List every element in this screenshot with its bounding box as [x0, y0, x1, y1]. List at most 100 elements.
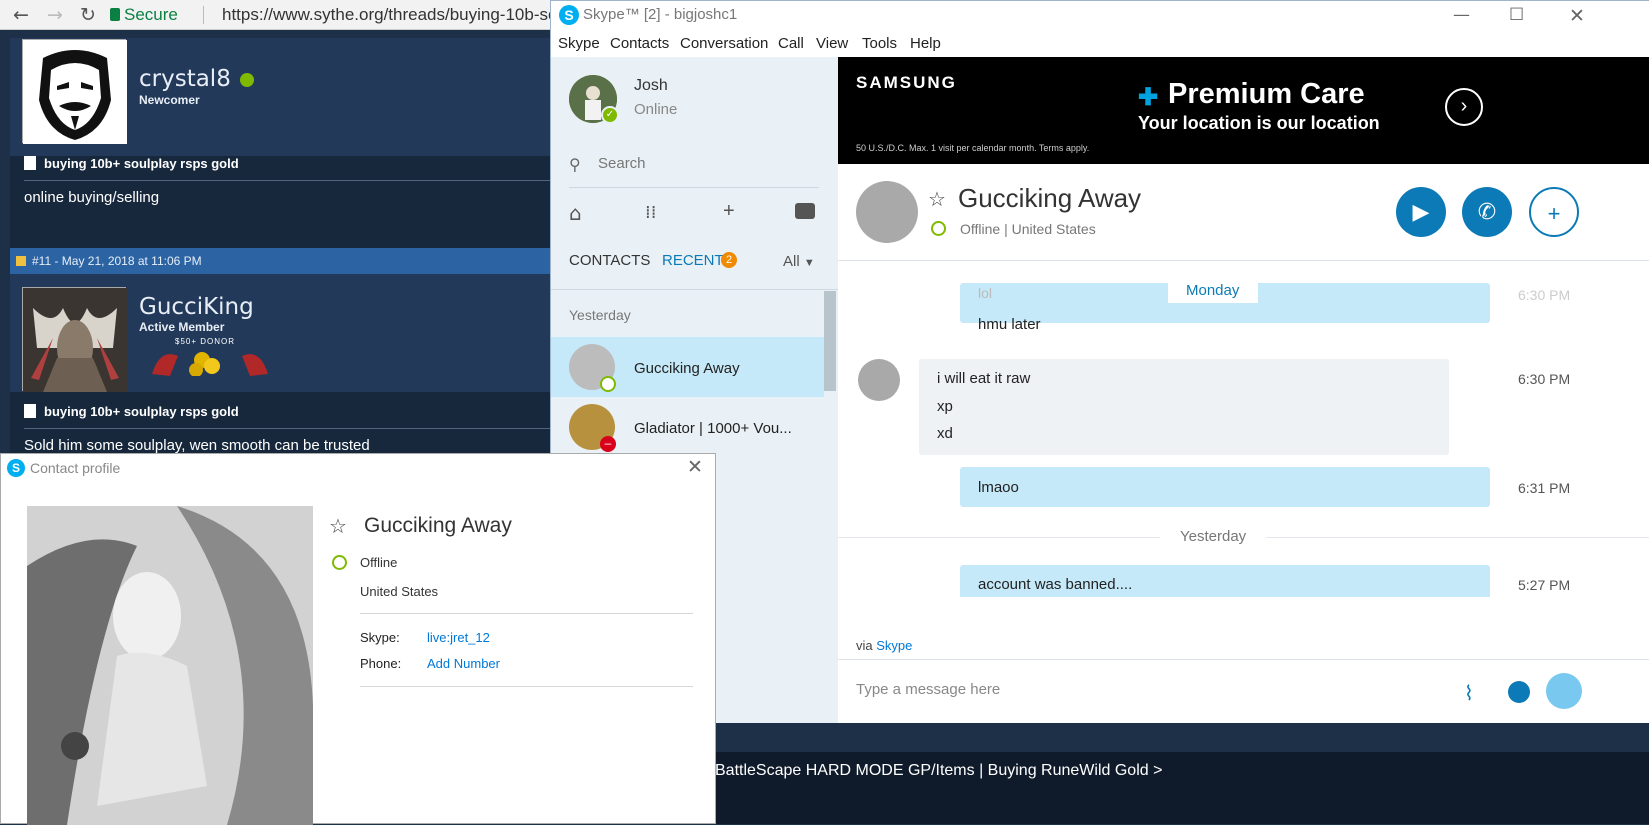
- skype-logo-icon: S: [7, 459, 25, 477]
- filter-dropdown[interactable]: All ▼: [783, 253, 815, 270]
- offline-status-icon: [931, 221, 946, 236]
- bot-icon[interactable]: [795, 203, 815, 219]
- ad-headline: Premium Care: [1168, 78, 1365, 110]
- search-input[interactable]: Search: [598, 155, 646, 172]
- date-separator: Monday: [1186, 282, 1240, 299]
- chat-contact-name[interactable]: Gucciking Away: [958, 183, 1141, 214]
- post-icon: [16, 256, 26, 266]
- contact-name[interactable]: Gucciking Away: [634, 360, 740, 377]
- plus-icon: ✚: [1138, 84, 1159, 111]
- status-text: Offline: [960, 221, 1001, 237]
- star-icon[interactable]: ☆: [329, 514, 347, 538]
- browser-toolbar: ← → ↻ Secure https://www.sythe.org/threa…: [0, 0, 590, 30]
- online-check-icon: ✓: [601, 106, 619, 124]
- mask-avatar-icon: [23, 40, 127, 144]
- skype-id-label: Skype:: [360, 630, 400, 645]
- my-name[interactable]: Josh: [634, 77, 668, 95]
- message-text: hmu later: [978, 316, 1041, 333]
- document-icon: [24, 156, 36, 170]
- url-divider: [203, 6, 204, 24]
- scrollbar[interactable]: [824, 291, 836, 391]
- user-avatar[interactable]: [22, 39, 127, 144]
- message-text: lmaoo: [978, 479, 1019, 496]
- divider: [360, 613, 693, 614]
- contact-profile-dialog: S Contact profile ✕ ☆ Gucciking Away Off…: [0, 453, 716, 825]
- input-divider: [838, 659, 1649, 660]
- menu-tools[interactable]: Tools: [862, 35, 897, 52]
- add-person-button[interactable]: +: [1529, 187, 1579, 237]
- menu-skype[interactable]: Skype: [558, 35, 600, 52]
- post-title: buying 10b+ soulplay rsps gold: [44, 156, 239, 171]
- ad-subline: Your location is our location: [1138, 113, 1380, 133]
- message-time: 6:31 PM: [1518, 480, 1571, 496]
- skype-id-link[interactable]: live:jret_12: [427, 630, 490, 645]
- dnd-status-icon: –: [600, 436, 616, 452]
- ad-fineprint: 50 U.S./D.C. Max. 1 visit per calendar m…: [856, 143, 1090, 153]
- menu-contacts[interactable]: Contacts: [610, 35, 669, 52]
- tab-recent[interactable]: RECENT: [662, 252, 724, 269]
- filter-label: All: [783, 253, 800, 270]
- profile-picture: [27, 506, 313, 825]
- conversation-pane: SAMSUNG ✚ Premium Care Your location is …: [838, 57, 1649, 723]
- via-skype-link[interactable]: Skype: [876, 638, 912, 653]
- menu-call[interactable]: Call: [778, 35, 804, 52]
- offline-status-icon: [332, 555, 347, 570]
- username[interactable]: GucciKing: [139, 294, 254, 320]
- star-icon[interactable]: ☆: [928, 187, 946, 211]
- back-arrow-icon[interactable]: ←: [10, 4, 32, 26]
- profile-status: Offline: [360, 555, 398, 570]
- video-call-button[interactable]: ▶: [1396, 187, 1446, 237]
- user-rank: Newcomer: [139, 93, 200, 107]
- window-title: Skype™ [2] - bigjoshc1: [583, 6, 738, 23]
- ad-banner[interactable]: SAMSUNG ✚ Premium Care Your location is …: [838, 57, 1649, 164]
- chat-contact-status: Offline | United States: [960, 221, 1096, 237]
- message-bubble[interactable]: [960, 467, 1490, 507]
- menu-conversation[interactable]: Conversation: [680, 35, 768, 52]
- menu-help[interactable]: Help: [910, 35, 941, 52]
- close-icon[interactable]: ✕: [687, 456, 703, 478]
- message-text: xd: [937, 425, 953, 442]
- add-icon[interactable]: +: [723, 200, 735, 223]
- via-label: via Skype: [856, 638, 912, 653]
- paperclip-icon[interactable]: ⌇: [1464, 681, 1474, 705]
- send-button[interactable]: [1546, 673, 1582, 709]
- dialpad-icon[interactable]: ⁞⁞: [645, 202, 656, 223]
- home-icon[interactable]: ⌂: [569, 201, 582, 225]
- message-text: xp: [937, 398, 953, 415]
- address-bar[interactable]: https://www.sythe.org/threads/buying-10b…: [222, 4, 592, 26]
- search-underline: [569, 187, 819, 188]
- profile-location: United States: [360, 584, 439, 599]
- message-time: 6:30 PM: [1518, 371, 1571, 387]
- contact-name[interactable]: Gladiator | 1000+ Vou...: [634, 420, 792, 437]
- lock-icon: [110, 8, 120, 21]
- title-bar: S Skype™ [2] - bigjoshc1 — ☐ ✕: [551, 1, 1649, 31]
- forward-arrow-icon[interactable]: →: [44, 4, 66, 26]
- online-status-dot: [240, 73, 254, 87]
- warrior-avatar-icon: [23, 288, 127, 392]
- divider: [24, 180, 570, 181]
- user-avatar[interactable]: [22, 287, 127, 392]
- close-icon[interactable]: ✕: [1569, 5, 1585, 27]
- menu-view[interactable]: View: [816, 35, 848, 52]
- tab-contacts[interactable]: CONTACTS: [569, 252, 650, 269]
- message-input[interactable]: Type a message here: [856, 681, 1000, 698]
- chat-avatar[interactable]: [856, 181, 918, 243]
- message-text: account was banned....: [978, 576, 1133, 593]
- search-icon: ⚲: [569, 155, 581, 174]
- message-time: 6:30 PM: [1518, 287, 1571, 303]
- angel-artwork-icon: [27, 506, 313, 825]
- maximize-icon[interactable]: ☐: [1509, 5, 1524, 25]
- minimize-icon[interactable]: —: [1453, 5, 1470, 25]
- message-list[interactable]: lol 6:30 PM Monday hmu later i will eat …: [838, 267, 1649, 597]
- username[interactable]: crystal8: [139, 66, 231, 92]
- reload-icon[interactable]: ↻: [77, 4, 99, 26]
- emoticon-icon[interactable]: [1508, 681, 1530, 703]
- ad-brand: SAMSUNG: [856, 73, 957, 92]
- my-status[interactable]: Online: [634, 101, 677, 118]
- next-thread-link[interactable]: BattleScape HARD MODE GP/Items | Buying …: [715, 762, 1162, 780]
- document-icon: [24, 404, 36, 418]
- audio-call-button[interactable]: ✆: [1462, 187, 1512, 237]
- add-number-link[interactable]: Add Number: [427, 656, 500, 671]
- chevron-right-icon[interactable]: ›: [1445, 88, 1483, 126]
- post-number[interactable]: #11 - May 21, 2018 at 11:06 PM: [32, 254, 202, 268]
